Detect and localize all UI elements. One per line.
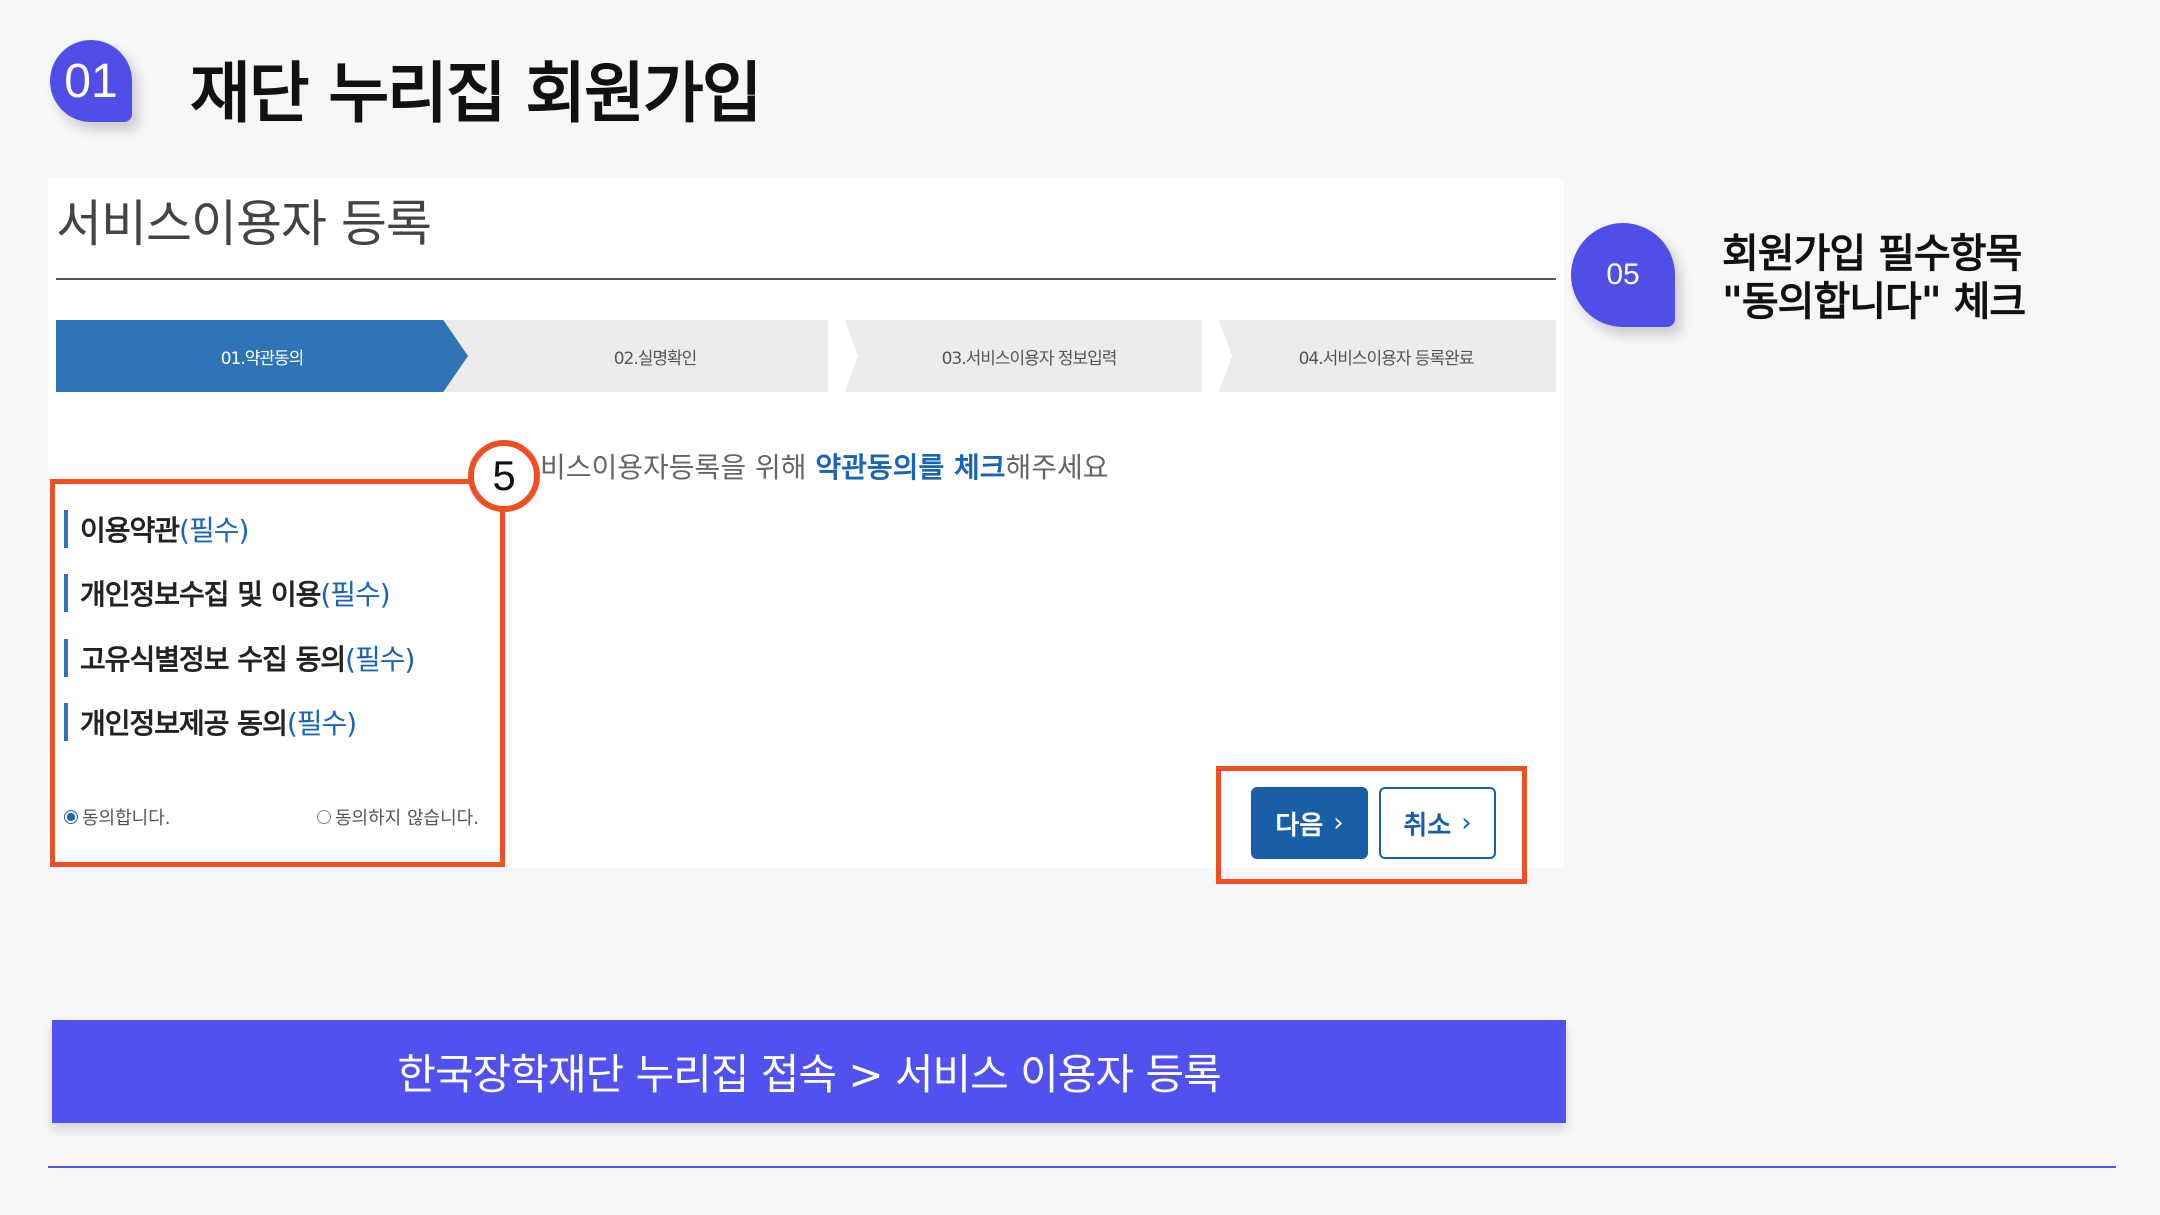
footer-divider — [48, 1166, 2116, 1168]
title-divider — [56, 278, 1556, 280]
highlight-box-terms — [50, 479, 505, 867]
step-identity-verification: 02.실명확인 — [613, 348, 698, 369]
instruction-suffix: 해주세요 — [1005, 451, 1109, 484]
callout-badge: 05 — [1571, 223, 1675, 327]
progress-steps: 01.약관동의 02.실명확인 03.서비스이용자 정보입력 04.서비스이용자… — [56, 320, 1556, 392]
step-terms-agreement: 01.약관동의 — [56, 320, 468, 392]
callout-line-1: 회원가입 필수항목 — [1722, 231, 2022, 277]
step-registration-complete: 04.서비스이용자 등록완료 — [1298, 348, 1475, 369]
instruction-highlight: 약관동의를 체크 — [815, 451, 1006, 484]
instruction-prefix: 비스이용자등록을 위해 — [540, 451, 816, 484]
callout-line-2: "동의합니다" 체크 — [1722, 279, 2026, 325]
section-title: 서비스이용자 등록 — [56, 195, 432, 253]
step-user-info: 03.서비스이용자 정보입력 — [941, 348, 1118, 369]
navigation-path-banner: 한국장학재단 누리집 접속 > 서비스 이용자 등록 — [52, 1020, 1566, 1123]
page-title: 재단 누리집 회원가입 — [190, 55, 762, 132]
step-number-badge: 01 — [50, 40, 132, 122]
step-marker-circle: 5 — [468, 440, 540, 512]
highlight-box-buttons — [1216, 766, 1527, 884]
instruction-text: 비스이용자등록을 위해 약관동의를 체크해주세요 — [540, 446, 1109, 486]
callout-text: 회원가입 필수항목 "동의합니다" 체크 — [1722, 230, 2026, 326]
